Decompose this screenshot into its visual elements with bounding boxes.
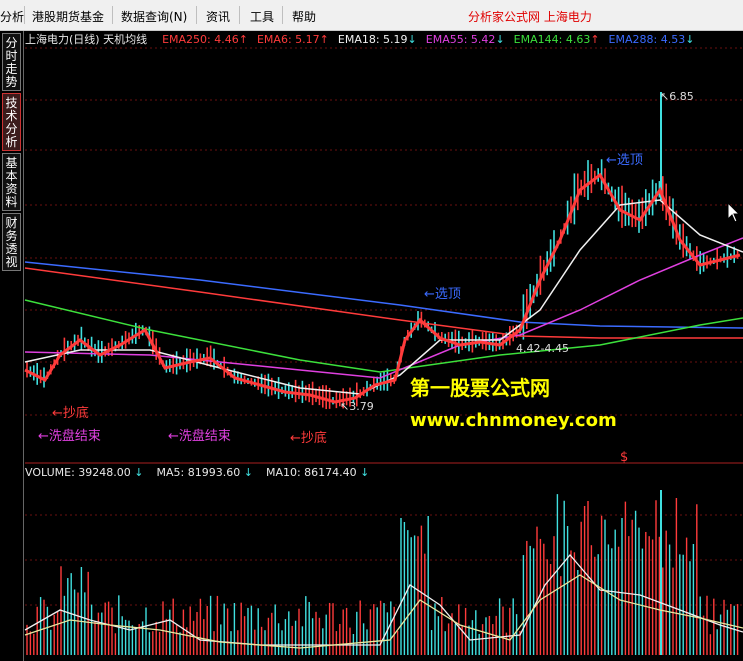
ema-value: 5.19 (379, 33, 408, 46)
arrow-down-icon: ↓ (495, 33, 505, 46)
arrow-up-icon: ↑ (238, 33, 248, 46)
ma5-line (24, 553, 743, 646)
menu-separator (282, 6, 283, 24)
ema-item: EMA6: 5.17↑ (257, 33, 329, 46)
tab-fundamentals[interactable]: 基本资料 (2, 153, 21, 211)
arrow-up-icon: ↑ (590, 33, 600, 46)
ma5-label: MA5: (156, 466, 185, 479)
menu-data-query[interactable]: 数据查询(N) (121, 8, 187, 25)
volume-value: 39248.00 (78, 466, 131, 479)
ma10-value: 86174.40 (304, 466, 357, 479)
menu-bar: 分析 港股期货基金 数据查询(N) 资讯 工具 帮助 分析家公式网 上海电力 (0, 0, 743, 31)
top-price-value: 6.85 (669, 90, 694, 103)
cursor-icon (727, 202, 741, 223)
buy-bottom-label-1: ←抄底 (52, 406, 89, 421)
arrow-left-icon: ← (168, 429, 179, 444)
ema-value: 5.42 (467, 33, 496, 46)
ema-label: EMA144: (513, 33, 563, 46)
volume-label: VOLUME: (25, 466, 75, 479)
ema250-line (24, 267, 743, 339)
ema288-line (24, 261, 743, 329)
down-arrow-icon: ↓ (134, 466, 144, 479)
ema-value: 4.46 (210, 33, 239, 46)
chart-title: 上海电力(日线) 天机均线 (25, 33, 148, 46)
menu-analysis[interactable]: 分析 (0, 8, 24, 25)
chart-header: 上海电力(日线) 天机均线 EMA250: 4.46↑ EMA6: 5.17↑ EM… (25, 31, 703, 47)
ema-label: EMA55: (425, 33, 468, 46)
range-label: 4.42-4.45 (516, 342, 569, 355)
menu-separator (239, 6, 240, 24)
top-price-label: ↖6.85 (660, 90, 694, 103)
wash-end-label-1: ←洗盘结束 (38, 429, 101, 444)
ema-label: EMA288: (608, 33, 658, 46)
arrow-left-icon: ← (52, 406, 63, 421)
ema-label: EMA18: (337, 33, 380, 46)
ema-label: EMA250: (162, 33, 211, 46)
arrow-down-icon: ↓ (407, 33, 417, 46)
tab-technical[interactable]: 技术分析 (2, 93, 21, 151)
menu-help[interactable]: 帮助 (292, 8, 316, 25)
down-arrow-icon: ↓ (243, 466, 253, 479)
ema144-line (24, 299, 743, 373)
select-top-label-2: ←选顶 (424, 287, 461, 302)
arrow-up-icon: ↑ (319, 33, 329, 46)
ma5-value: 81993.60 (187, 466, 241, 479)
down-arrow-icon: ↓ (360, 466, 370, 479)
ema-value: 4.63 (562, 33, 591, 46)
ma10-line (24, 574, 743, 649)
ema-label: EMA6: (256, 33, 292, 46)
menu-tools[interactable]: 工具 (250, 8, 274, 25)
ema-value: 4.53 (657, 33, 686, 46)
tab-financials[interactable]: 财务透视 (2, 213, 21, 271)
low-price-value: 3.79 (349, 400, 374, 413)
sidebar: 分时走势 技术分析 基本资料 财务透视 (0, 31, 24, 661)
low-price-label: ↖3.79 (340, 400, 374, 413)
ema-item: EMA55: 5.42↓ (426, 33, 505, 46)
menu-news[interactable]: 资讯 (206, 8, 230, 25)
ema-value: 5.17 (291, 33, 320, 46)
menu-separator (196, 6, 197, 24)
ema6-line (24, 172, 741, 404)
select-top-label-1: ←选顶 (606, 153, 643, 168)
ema18-line (24, 199, 743, 395)
menu-separator (24, 6, 25, 24)
ema-item: EMA250: 4.46↑ (162, 33, 248, 46)
arrow-left-icon: ← (606, 153, 617, 168)
arrow-down-icon: ↓ (685, 33, 695, 46)
arrow-left-icon: ← (290, 431, 301, 446)
s-marker: $ (620, 450, 629, 465)
volume-header: VOLUME: 39248.00 ↓ MA5: 81993.60 ↓ MA10:… (25, 466, 369, 482)
buy-bottom-label-2: ←抄底 (290, 431, 327, 446)
tab-intraday[interactable]: 分时走势 (2, 33, 21, 91)
low-price-arrow: ↖ (340, 400, 350, 413)
ema55-line (24, 237, 743, 379)
arrow-left-icon: ← (424, 287, 435, 302)
ema-item: EMA144: 4.63↑ (514, 33, 600, 46)
menu-separator (112, 6, 113, 24)
arrow-left-icon: ← (38, 429, 49, 444)
menu-site-title: 分析家公式网 上海电力 (468, 10, 592, 24)
chart-canvas (24, 47, 743, 655)
menu-hk-futures[interactable]: 港股期货基金 (32, 8, 104, 25)
top-price-arrow: ↖ (660, 90, 670, 103)
ema-item: EMA288: 4.53↓ (609, 33, 695, 46)
watermark-url: www.chnmoney.com (410, 410, 617, 431)
watermark-title: 第一股票公式网 (410, 376, 550, 400)
ema-list: EMA250: 4.46↑ EMA6: 5.17↑ EMA18: 5.19↓ EMA5… (162, 33, 703, 46)
ma10-label: MA10: (265, 466, 301, 479)
ema-item: EMA18: 5.19↓ (338, 33, 417, 46)
wash-end-label-2: ←洗盘结束 (168, 429, 231, 444)
